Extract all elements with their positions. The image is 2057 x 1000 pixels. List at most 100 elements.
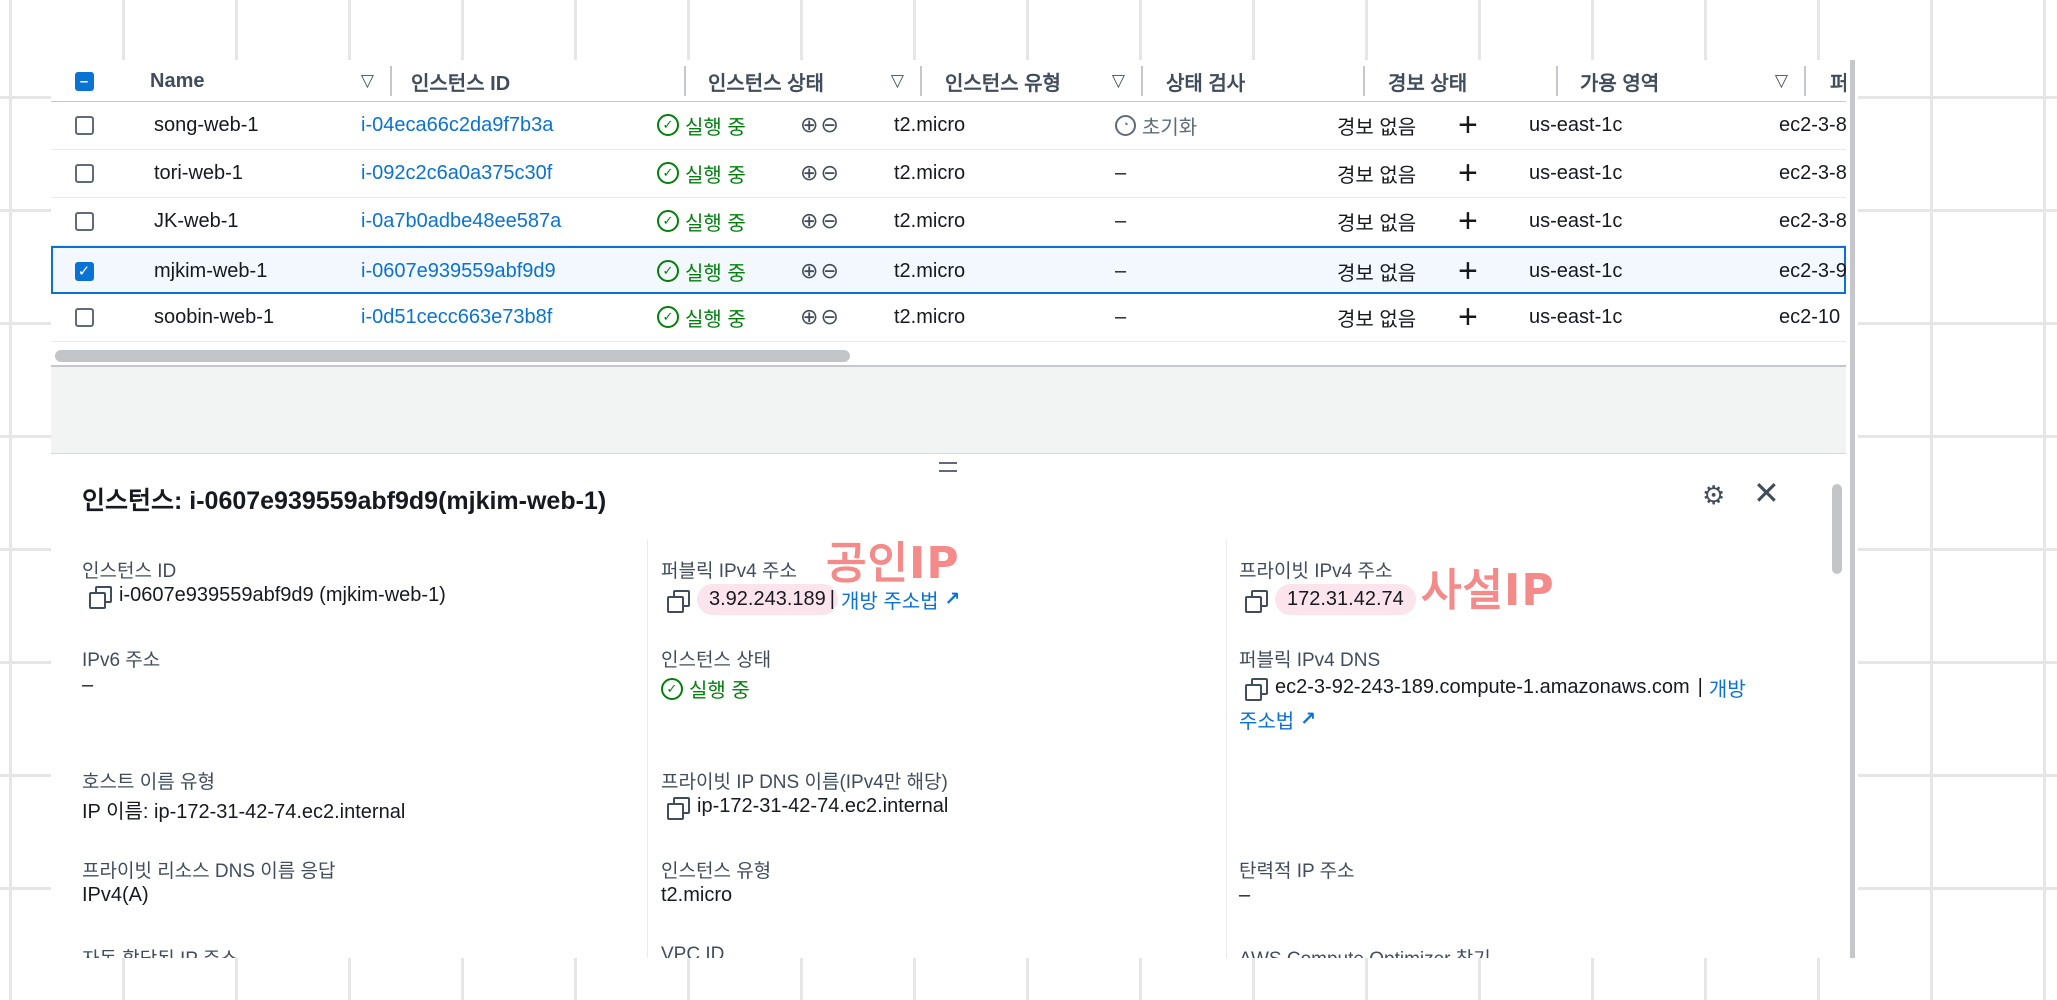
instance-id-link[interactable]: i-0a7b0adbe48ee587a <box>361 198 561 244</box>
col-header-instance-id[interactable]: 인스턴스 ID <box>392 60 686 102</box>
zoom-controls: ⊕ ⊖ <box>800 198 839 244</box>
instance-state: ✓ 실행 중 <box>657 294 746 340</box>
col-header-name[interactable]: Name ▽ <box>117 60 392 102</box>
zoom-out-icon[interactable]: ⊖ <box>820 304 838 330</box>
public-dns: ec2-3-8 <box>1779 161 1846 184</box>
copy-icon[interactable] <box>667 796 690 820</box>
zoom-out-icon[interactable]: ⊖ <box>820 258 838 284</box>
status-check: – <box>1115 305 1127 328</box>
table-row[interactable]: JK-web-1 i-0a7b0adbe48ee587a ✓ 실행 중 ⊕ ⊖ t2… <box>51 198 1846 246</box>
zoom-controls: ⊕ ⊖ <box>800 294 839 340</box>
availability-zone: us-east-1c <box>1529 209 1623 232</box>
row-checkbox[interactable] <box>74 211 94 231</box>
open-address-link[interactable]: 개방 <box>1709 673 1746 702</box>
col-header-instance-type[interactable]: 인스턴스 유형 ▽ <box>922 60 1143 102</box>
plus-icon[interactable]: + <box>1458 150 1478 196</box>
public-dns: ec2-3-9 <box>1779 259 1846 282</box>
col-header-availability-zone[interactable]: 가용 영역 ▽ <box>1558 60 1806 102</box>
check-circle-icon: ✓ <box>657 162 679 184</box>
private-ipv4-highlight: 172.31.42.74 <box>1275 584 1416 615</box>
copy-icon[interactable] <box>89 585 112 609</box>
private-dns-answer-label: 프라이빗 리소스 DNS 이름 응답 <box>82 861 336 882</box>
table-row[interactable]: soobin-web-1 i-0d51cecc663e73b8f ✓ 실행 중 ⊕… <box>51 294 1846 342</box>
row-checkbox-cell[interactable] <box>51 150 117 196</box>
resize-handle-icon[interactable] <box>939 462 957 472</box>
public-ipv4-highlight: 3.92.243.189 <box>697 584 838 615</box>
row-checkbox-cell[interactable] <box>51 198 117 244</box>
instance-id-link[interactable]: i-04eca66c2da9f7b3a <box>361 102 553 148</box>
plus-icon[interactable]: + <box>1458 294 1478 340</box>
status-check: – <box>1115 259 1127 282</box>
instances-table: – Name ▽ 인스턴스 ID 인스턴스 상태 ▽ 인스턴스 유형 ▽ 상태 … <box>51 60 1846 367</box>
close-icon[interactable]: ✕ <box>1753 477 1783 509</box>
private-dns-answer-value: IPv4(A) <box>82 884 149 906</box>
row-checkbox[interactable]: ✓ <box>74 261 94 281</box>
col-header-alarm-status[interactable]: 경보 상태 <box>1365 60 1558 102</box>
table-row-selected[interactable]: ✓ mjkim-web-1 i-0607e939559abf9d9 ✓ 실행 중 … <box>51 246 1846 294</box>
filter-icon[interactable]: ▽ <box>1775 71 1788 91</box>
ec2-console-frame: – Name ▽ 인스턴스 ID 인스턴스 상태 ▽ 인스턴스 유형 ▽ 상태 … <box>51 60 1858 958</box>
zoom-controls: ⊕ ⊖ <box>800 102 839 148</box>
instance-state: ✓ 실행 중 <box>657 198 746 244</box>
check-circle-icon: ✓ <box>657 210 679 232</box>
gear-icon[interactable]: ⚙ <box>1702 482 1728 508</box>
row-checkbox[interactable] <box>74 163 94 183</box>
instance-state: ✓ 실행 중 <box>657 150 746 196</box>
public-dns-label: 퍼블릭 IPv4 DNS <box>1239 650 1381 671</box>
zoom-in-icon[interactable]: ⊕ <box>800 258 818 284</box>
filter-icon[interactable]: ▽ <box>1112 71 1125 91</box>
select-all-checkbox[interactable]: – <box>74 71 94 91</box>
column-divider <box>647 540 648 958</box>
table-header: – Name ▽ 인스턴스 ID 인스턴스 상태 ▽ 인스턴스 유형 ▽ 상태 … <box>51 60 1846 102</box>
zoom-in-icon[interactable]: ⊕ <box>800 304 818 330</box>
elastic-ip-label: 탄력적 IP 주소 <box>1239 861 1355 882</box>
zoom-controls: ⊕ ⊖ <box>800 150 839 196</box>
copy-icon[interactable] <box>1245 589 1268 613</box>
instance-id-link[interactable]: i-0d51cecc663e73b8f <box>361 294 552 340</box>
select-all-checkbox-cell[interactable]: – <box>51 60 117 102</box>
col-header-instance-state[interactable]: 인스턴스 상태 ▽ <box>686 60 922 102</box>
private-ipv4-value: 172.31.42.74 <box>1245 584 1416 615</box>
filter-icon[interactable]: ▽ <box>361 71 374 91</box>
status-check: ◔ 초기화 <box>1115 102 1197 148</box>
plus-icon[interactable]: + <box>1458 198 1478 244</box>
instance-state-value: ✓ 실행 중 <box>661 674 750 703</box>
row-checkbox-cell[interactable] <box>51 294 117 340</box>
status-check: – <box>1115 161 1127 184</box>
public-ip-annotation: 공인IP <box>826 538 960 589</box>
availability-zone: us-east-1c <box>1529 259 1623 282</box>
external-link-icon[interactable]: ↗ <box>945 588 961 611</box>
col-header-status-check[interactable]: 상태 검사 <box>1143 60 1365 102</box>
instance-id-link[interactable]: i-0607e939559abf9d9 <box>361 248 556 294</box>
zoom-out-icon[interactable]: ⊖ <box>820 160 838 186</box>
plus-icon[interactable]: + <box>1458 102 1478 148</box>
zoom-in-icon[interactable]: ⊕ <box>800 112 818 138</box>
instance-id-link[interactable]: i-092c2c6a0a375c30f <box>361 150 552 196</box>
zoom-in-icon[interactable]: ⊕ <box>800 160 818 186</box>
horizontal-scrollbar-thumb[interactable] <box>55 350 850 362</box>
row-checkbox[interactable] <box>74 307 94 327</box>
table-row[interactable]: tori-web-1 i-092c2c6a0a375c30f ✓ 실행 중 ⊕ ⊖ … <box>51 150 1846 198</box>
instance-type: t2.micro <box>894 259 966 282</box>
row-checkbox-cell[interactable] <box>51 102 117 148</box>
zoom-out-icon[interactable]: ⊖ <box>820 208 838 234</box>
filter-icon[interactable]: ▽ <box>891 71 904 91</box>
row-checkbox-cell[interactable]: ✓ <box>51 248 117 294</box>
open-address-link[interactable]: 주소법 <box>1239 705 1294 734</box>
plus-icon[interactable]: + <box>1458 248 1478 294</box>
copy-icon[interactable] <box>1245 677 1268 701</box>
ipv6-label: IPv6 주소 <box>82 650 161 671</box>
copy-icon[interactable] <box>667 589 690 613</box>
external-link-icon[interactable]: ↗ <box>1300 708 1316 731</box>
frame-edge <box>1850 60 1855 958</box>
instance-state: ✓ 실행 중 <box>657 102 746 148</box>
row-checkbox[interactable] <box>74 115 94 135</box>
zoom-out-icon[interactable]: ⊖ <box>820 112 838 138</box>
vertical-scrollbar-thumb[interactable] <box>1832 484 1842 574</box>
table-row[interactable]: song-web-1 i-04eca66c2da9f7b3a ✓ 실행 중 ⊕ ⊖ … <box>51 102 1846 150</box>
col-header-public-dns[interactable]: 퍼블릭 I <box>1806 60 1846 102</box>
alarm-status: 경보 없음 <box>1337 308 1417 331</box>
instance-type: t2.micro <box>894 209 966 232</box>
availability-zone: us-east-1c <box>1529 305 1623 328</box>
zoom-in-icon[interactable]: ⊕ <box>800 208 818 234</box>
